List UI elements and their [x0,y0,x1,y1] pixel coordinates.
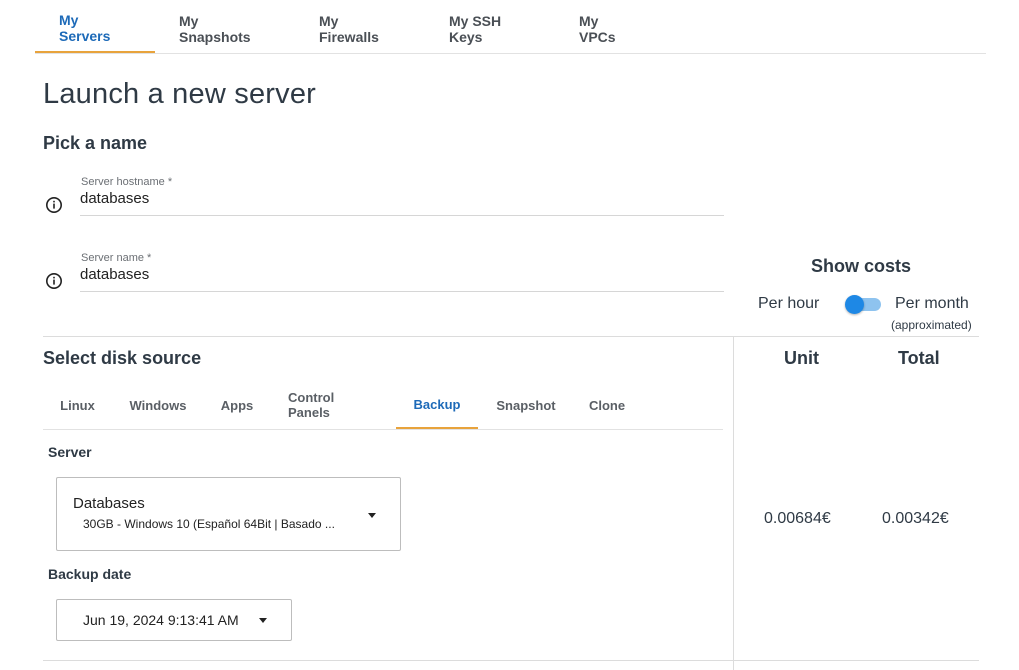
cost-period-toggle[interactable] [845,295,881,314]
disk-source-title: Select disk source [43,348,202,368]
server-select-name: Databases [73,495,145,512]
server-name-label: Server name * [81,252,152,264]
server-select-detail: 30GB - Windows 10 (Español 64Bit | Basad… [83,517,335,531]
info-icon[interactable] [45,272,63,290]
server-hostname-input[interactable] [80,190,724,207]
backup-date-select[interactable]: Jun 19, 2024 9:13:41 AM [56,599,292,641]
per-hour-label: Per hour [758,295,820,312]
server-label: Server [48,444,92,460]
server-hostname-label: Server hostname * [81,176,173,188]
cost-column-divider [733,336,734,670]
tab-my-ssh-keys[interactable]: My SSH Keys [425,4,555,53]
approximated-note: (approximated) [891,318,972,332]
per-month-label: Per month [895,295,969,312]
unit-price: 0.00684€ [764,510,831,527]
server-hostname-field: Server hostname * [80,176,724,216]
tab-snapshot[interactable]: Snapshot [478,381,574,429]
bottom-divider [43,660,979,661]
unit-header: Unit [784,348,819,368]
tab-my-vpcs[interactable]: My VPCs [555,4,662,53]
tab-apps[interactable]: Apps [204,381,270,429]
server-name-field: Server name * [80,252,724,292]
backup-date-value: Jun 19, 2024 9:13:41 AM [83,612,239,628]
tab-windows[interactable]: Windows [112,381,204,429]
section-divider [43,336,979,337]
total-header: Total [898,348,940,368]
disk-source-tabs: Linux Windows Apps Control Panels Backup… [43,381,723,430]
tab-backup[interactable]: Backup [396,381,478,429]
show-costs-title: Show costs [811,256,912,276]
chevron-down-icon [368,513,376,518]
tab-my-firewalls[interactable]: My Firewalls [295,4,425,53]
pick-name-title: Pick a name [43,133,148,153]
server-name-input[interactable] [80,266,724,283]
toggle-knob [845,295,864,314]
info-icon[interactable] [45,196,63,214]
tab-linux[interactable]: Linux [43,381,112,429]
chevron-down-icon [259,618,267,623]
backup-date-label: Backup date [48,566,132,582]
top-tabs: My Servers My Snapshots My Firewalls My … [35,4,986,54]
server-select[interactable]: Databases 30GB - Windows 10 (Español 64B… [56,477,401,551]
tab-clone[interactable]: Clone [574,381,640,429]
tab-control-panels[interactable]: Control Panels [270,381,396,429]
tab-my-servers[interactable]: My Servers [35,4,155,53]
total-price: 0.00342€ [882,510,949,527]
tab-my-snapshots[interactable]: My Snapshots [155,4,295,53]
page-title: Launch a new server [43,78,317,110]
